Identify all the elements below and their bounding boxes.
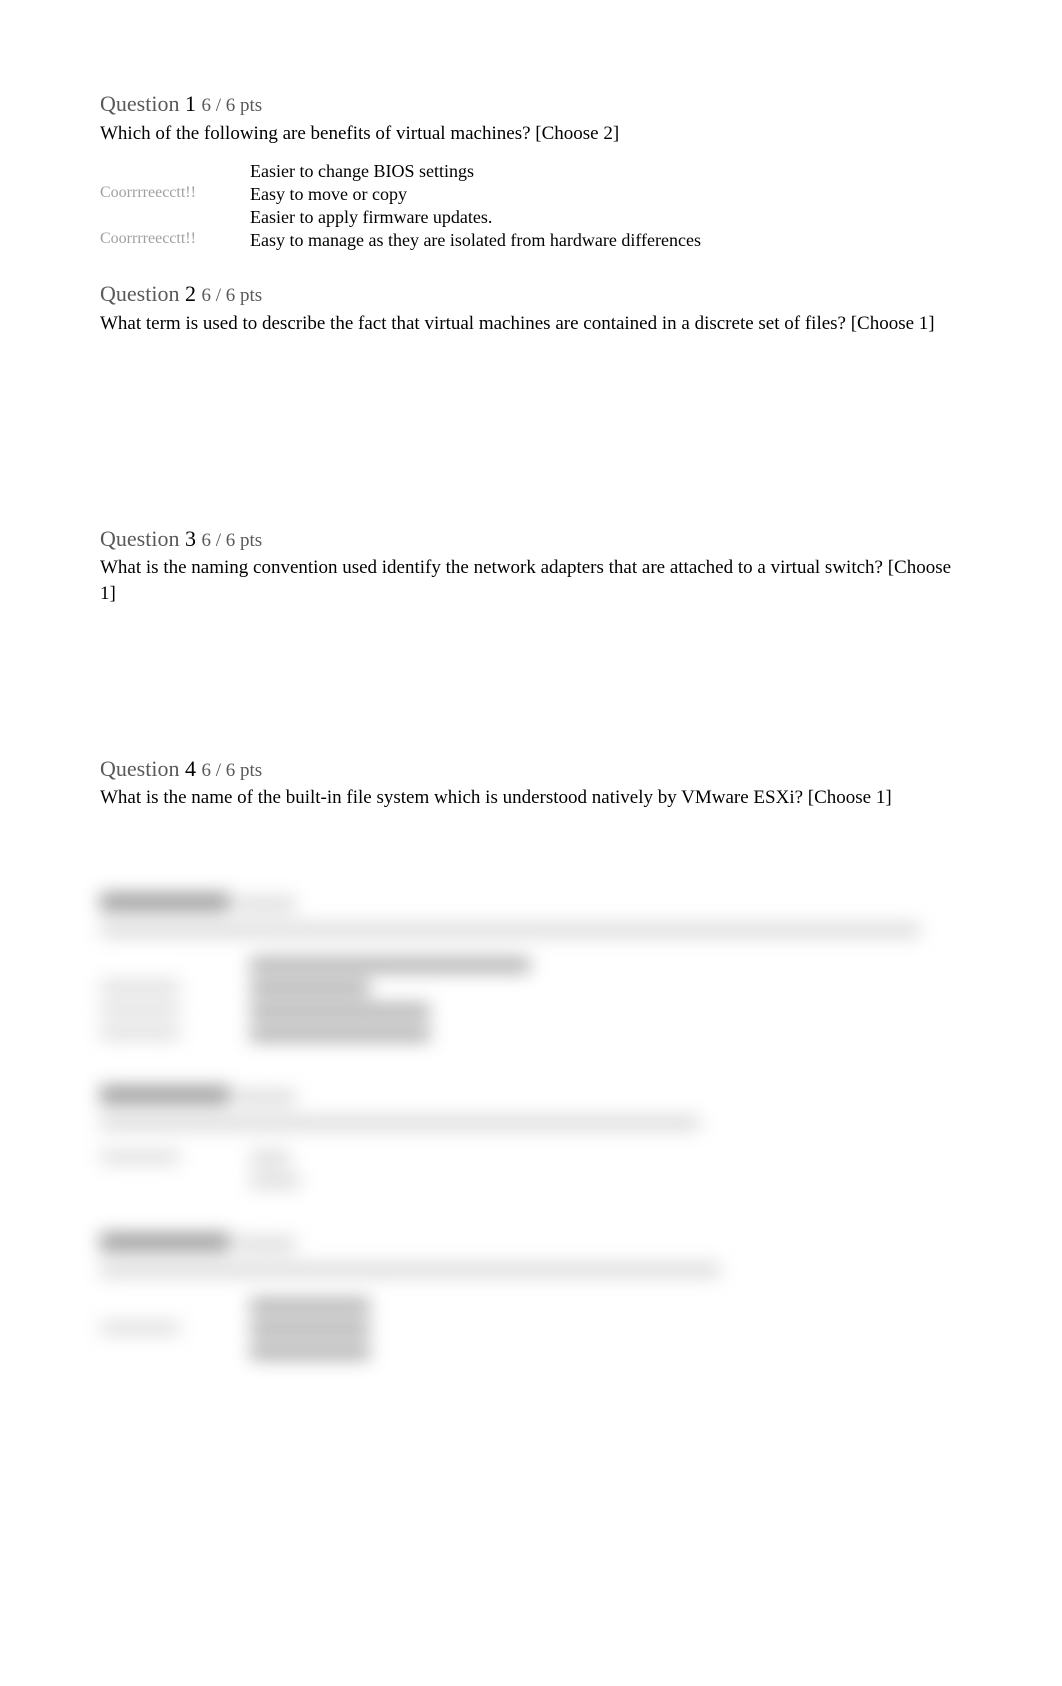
question-number: 4 bbox=[185, 756, 196, 781]
blurred-text bbox=[100, 1261, 962, 1287]
question-label: Question bbox=[100, 91, 179, 116]
question-points: 6 / 6 pts bbox=[201, 95, 262, 116]
answer-indicator: Coorrrreecctt!! bbox=[100, 183, 250, 206]
answer-indicator bbox=[100, 160, 250, 183]
blurred-title bbox=[100, 891, 962, 921]
blurred-answers bbox=[100, 1297, 370, 1366]
question-text: What is the naming convention used ident… bbox=[100, 555, 962, 606]
question-number: 3 bbox=[185, 526, 196, 551]
blurred-title bbox=[100, 1084, 962, 1114]
blurred-title bbox=[100, 1231, 962, 1261]
question-header: Question 4 6 / 6 pts bbox=[100, 755, 962, 784]
answer-indicator: Coorrrreecctt!! bbox=[100, 229, 250, 252]
content-spacer bbox=[100, 607, 962, 727]
answers-list: Easier to change BIOS settings Coorrrree… bbox=[100, 160, 701, 252]
question-label: Question bbox=[100, 526, 179, 551]
question-block-2: Question 2 6 / 6 pts What term is used t… bbox=[100, 280, 962, 496]
question-block-3: Question 3 6 / 6 pts What is the naming … bbox=[100, 525, 962, 727]
blurred-question-block bbox=[100, 891, 962, 1048]
question-number: 1 bbox=[185, 91, 196, 116]
question-points: 6 / 6 pts bbox=[201, 285, 262, 306]
answer-text: Easy to move or copy bbox=[250, 183, 701, 206]
question-text: What is the name of the built-in file sy… bbox=[100, 785, 962, 811]
answer-text: Easy to manage as they are isolated from… bbox=[250, 229, 701, 252]
blurred-answers bbox=[100, 956, 530, 1048]
answer-indicator bbox=[100, 206, 250, 229]
blurred-text bbox=[100, 1114, 962, 1140]
question-points: 6 / 6 pts bbox=[201, 530, 262, 551]
question-text: Which of the following are benefits of v… bbox=[100, 121, 962, 147]
question-header: Question 3 6 / 6 pts bbox=[100, 525, 962, 554]
blurred-question-block bbox=[100, 1084, 962, 1195]
answer-text: Easier to apply firmware updates. bbox=[250, 206, 701, 229]
question-label: Question bbox=[100, 756, 179, 781]
question-points: 6 / 6 pts bbox=[201, 760, 262, 781]
blurred-preview-section bbox=[100, 891, 962, 1366]
answer-row: Easier to apply firmware updates. bbox=[100, 206, 701, 229]
blurred-text bbox=[100, 921, 962, 947]
answer-row: Coorrrreecctt!! Easy to move or copy bbox=[100, 183, 701, 206]
answer-text: Easier to change BIOS settings bbox=[250, 160, 701, 183]
blurred-answers bbox=[100, 1149, 300, 1195]
question-text: What term is used to describe the fact t… bbox=[100, 311, 962, 337]
question-header: Question 1 6 / 6 pts bbox=[100, 90, 962, 119]
question-number: 2 bbox=[185, 281, 196, 306]
question-label: Question bbox=[100, 281, 179, 306]
question-header: Question 2 6 / 6 pts bbox=[100, 280, 962, 309]
answer-row: Coorrrreecctt!! Easy to manage as they a… bbox=[100, 229, 701, 252]
blurred-question-block bbox=[100, 1231, 962, 1365]
question-block-1: Question 1 6 / 6 pts Which of the follow… bbox=[100, 90, 962, 252]
question-block-4: Question 4 6 / 6 pts What is the name of… bbox=[100, 755, 962, 811]
content-spacer bbox=[100, 337, 962, 497]
answer-row: Easier to change BIOS settings bbox=[100, 160, 701, 183]
